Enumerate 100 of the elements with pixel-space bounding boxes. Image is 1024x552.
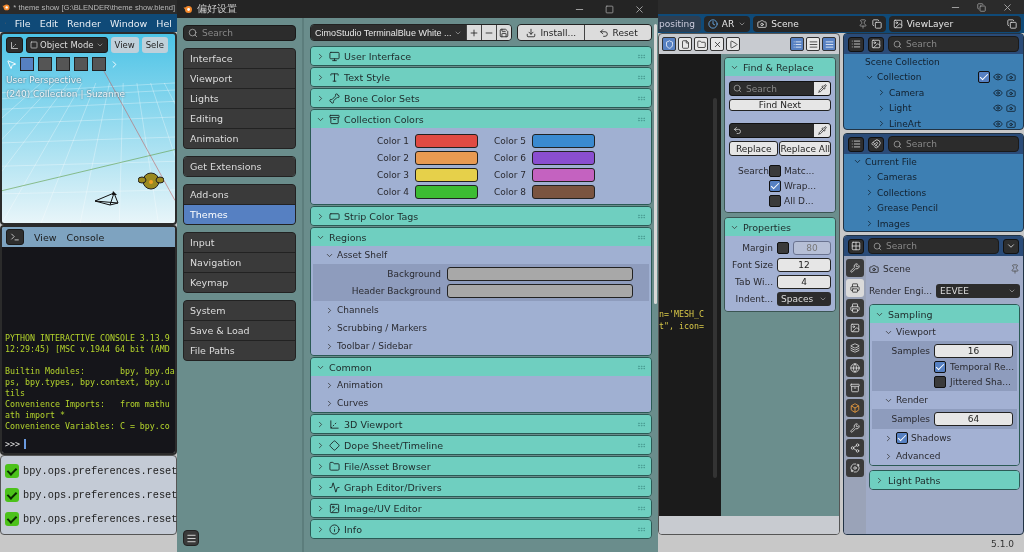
section-header[interactable]: Graph Editor/Drivers bbox=[311, 478, 651, 496]
chevron-right-icon[interactable] bbox=[884, 451, 893, 461]
render-engine-dropdown[interactable]: EEVEE bbox=[936, 284, 1020, 298]
folder-icon[interactable] bbox=[694, 37, 708, 51]
restore-icon[interactable] bbox=[976, 2, 986, 12]
engine-dropdown[interactable]: AR bbox=[703, 15, 751, 32]
chevron-right-icon[interactable] bbox=[316, 419, 325, 429]
checkbox[interactable] bbox=[769, 165, 781, 177]
checkbox[interactable] bbox=[978, 71, 990, 84]
nav-item[interactable]: File Paths bbox=[184, 341, 295, 360]
menu-item[interactable]: View bbox=[34, 231, 57, 243]
properties-tab[interactable] bbox=[846, 419, 864, 437]
chevron-right-icon[interactable] bbox=[865, 219, 874, 229]
select-mode-toggle[interactable] bbox=[56, 57, 70, 71]
checkbox[interactable] bbox=[777, 242, 789, 254]
panel-header[interactable]: Properties bbox=[725, 218, 835, 236]
eye-icon[interactable] bbox=[993, 118, 1003, 129]
reset-button[interactable]: Reset bbox=[585, 25, 651, 40]
install-button[interactable]: Install... bbox=[518, 25, 585, 40]
replace-field[interactable] bbox=[729, 123, 831, 138]
chevron-right-icon[interactable] bbox=[865, 172, 874, 182]
save-button[interactable] bbox=[496, 25, 512, 40]
color-swatch[interactable] bbox=[415, 133, 478, 148]
select-mode-toggle[interactable] bbox=[38, 57, 52, 71]
nav-item[interactable]: Editing bbox=[184, 109, 295, 128]
section-header[interactable]: Light Paths bbox=[870, 471, 1019, 489]
nav-item[interactable]: Lights bbox=[184, 89, 295, 108]
chevron-right-icon[interactable] bbox=[316, 482, 325, 492]
panel-header[interactable]: Find & Replace bbox=[725, 58, 835, 76]
color-swatch[interactable] bbox=[415, 184, 478, 199]
properties-tab[interactable] bbox=[846, 319, 864, 337]
section-header[interactable]: File/Asset Browser bbox=[311, 457, 651, 475]
search-field[interactable]: Search bbox=[888, 136, 1019, 152]
checkbox[interactable] bbox=[896, 432, 908, 444]
subsection-header[interactable]: Curves bbox=[311, 394, 651, 412]
section-header[interactable]: User Interface bbox=[311, 47, 651, 65]
menu-item[interactable]: Hel bbox=[156, 17, 172, 29]
number-field[interactable]: 12 bbox=[777, 258, 831, 272]
camera-icon[interactable] bbox=[1006, 118, 1016, 129]
tree-item[interactable]: Light bbox=[889, 103, 990, 114]
subsection-header[interactable]: Render bbox=[870, 391, 1019, 409]
chevron-right-icon[interactable] bbox=[316, 503, 325, 513]
subsection-header[interactable]: Viewport bbox=[870, 323, 1019, 341]
editor-type-button[interactable] bbox=[848, 36, 864, 52]
nav-item[interactable]: Save & Load bbox=[184, 321, 295, 340]
number-field[interactable]: 4 bbox=[777, 275, 831, 289]
chevron-right-icon[interactable] bbox=[316, 211, 325, 221]
mode-dropdown[interactable]: Object Mode bbox=[26, 37, 108, 53]
syntax-icon[interactable] bbox=[822, 37, 836, 51]
maximize-icon[interactable] bbox=[604, 4, 614, 14]
camera-icon[interactable] bbox=[1006, 103, 1016, 114]
color-swatch[interactable] bbox=[532, 133, 595, 148]
section-header[interactable]: Regions bbox=[311, 228, 651, 246]
tree-item[interactable]: Cameras bbox=[877, 172, 1016, 183]
section-header[interactable]: Image/UV Editor bbox=[311, 499, 651, 517]
chevron-right-icon[interactable] bbox=[316, 440, 325, 450]
nav-item[interactable]: Navigation bbox=[184, 253, 295, 272]
tree-item[interactable]: Current File bbox=[865, 156, 1016, 167]
select-mode-toggle[interactable] bbox=[92, 57, 106, 71]
tree-item[interactable]: Images bbox=[877, 218, 1016, 229]
chevron-right-icon[interactable] bbox=[877, 103, 886, 113]
tree-item[interactable]: Scene Collection bbox=[865, 56, 1016, 67]
color-swatch[interactable] bbox=[532, 184, 595, 199]
close-icon[interactable] bbox=[1001, 1, 1013, 13]
checkbox[interactable] bbox=[769, 195, 781, 207]
chevron-right-icon[interactable] bbox=[325, 341, 334, 351]
chevron-right-icon[interactable] bbox=[325, 305, 334, 315]
line-numbers-icon[interactable] bbox=[790, 37, 804, 51]
replace-button[interactable]: Replace bbox=[729, 141, 779, 156]
properties-tab[interactable] bbox=[846, 279, 864, 297]
subsection-header[interactable]: Advanced bbox=[870, 447, 1019, 465]
preset-dropdown[interactable]: CimoStudio TerminalBlue White ... bbox=[311, 25, 467, 40]
close-icon[interactable] bbox=[633, 3, 645, 15]
eye-icon[interactable] bbox=[993, 72, 1003, 83]
properties-tab[interactable] bbox=[846, 399, 864, 417]
eye-icon[interactable] bbox=[993, 87, 1003, 98]
section-header[interactable]: Collection Colors bbox=[311, 110, 651, 128]
color-swatch[interactable] bbox=[447, 267, 633, 281]
camera-icon[interactable] bbox=[1006, 87, 1016, 98]
menu-item[interactable]: Render bbox=[67, 17, 101, 29]
section-header[interactable]: Strip Color Tags bbox=[311, 207, 651, 225]
subsection-header[interactable]: Animation bbox=[311, 376, 651, 394]
eyedropper-icon[interactable] bbox=[817, 126, 827, 135]
nav-item[interactable]: Get Extensions bbox=[184, 157, 295, 176]
camera-icon[interactable] bbox=[1006, 72, 1016, 83]
tree-item[interactable]: LineArt bbox=[889, 118, 990, 129]
chevron-right-icon[interactable] bbox=[316, 524, 325, 534]
menu-item[interactable]: Console bbox=[66, 231, 105, 243]
subsection-header[interactable]: Scrubbing / Markers bbox=[311, 319, 651, 337]
eyedropper-icon[interactable] bbox=[817, 84, 827, 93]
checkbox[interactable] bbox=[934, 361, 946, 373]
section-header[interactable]: 3D Viewport bbox=[311, 415, 651, 433]
number-field[interactable]: 16 bbox=[934, 344, 1013, 358]
view-layer-selector[interactable]: ViewLayer bbox=[888, 15, 1021, 32]
menu-item[interactable]: Edit bbox=[39, 17, 59, 29]
close-icon[interactable] bbox=[710, 37, 724, 51]
nav-item[interactable]: System bbox=[184, 301, 295, 320]
copy-icon[interactable] bbox=[1007, 18, 1017, 29]
nav-item[interactable]: Themes bbox=[184, 205, 295, 224]
editor-type-button[interactable] bbox=[848, 136, 864, 152]
